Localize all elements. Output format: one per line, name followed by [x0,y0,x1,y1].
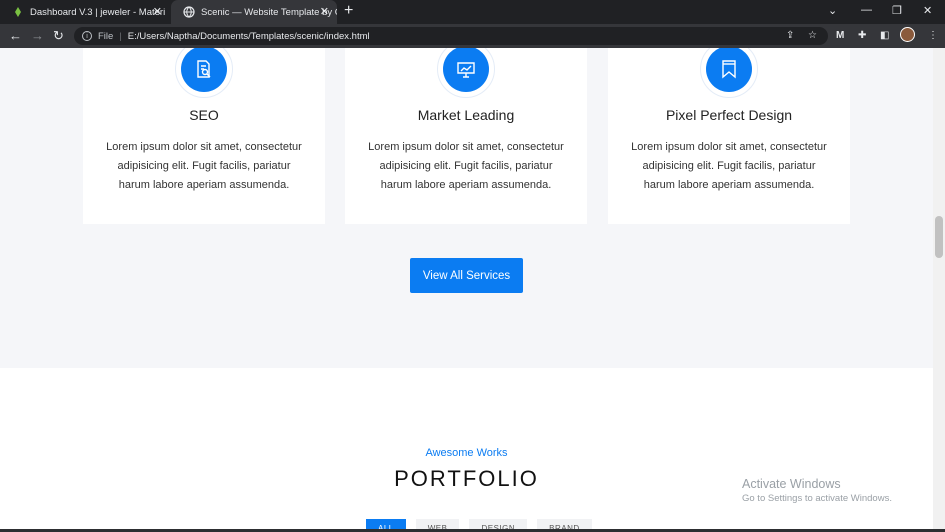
back-icon[interactable]: ← [9,28,22,43]
new-tab-button[interactable]: + [344,3,353,19]
extension-m-icon[interactable]: M [836,30,844,42]
service-description: Lorem ipsum dolor sit amet, consectetur … [631,141,827,191]
presentation-chart-icon [443,48,489,92]
icon-ring [175,48,233,98]
bookmark-star-icon[interactable]: ☆ [808,30,817,42]
tab-title: Dashboard V.3 | jeweler - Materi [30,6,166,18]
page-viewport: SEO Lorem ipsum dolor sit amet, consecte… [0,48,933,532]
view-all-services-button[interactable]: View All Services [410,258,523,293]
icon-ring [437,48,495,98]
forward-icon[interactable]: → [31,28,44,43]
tab-strip: Dashboard V.3 | jeweler - Materi ✕ Sceni… [0,0,945,24]
portfolio-section: Awesome Works PORTFOLIO ALL WEB DESIGN B… [0,368,933,532]
section-kicker: Awesome Works [425,447,508,459]
tab-scenic[interactable]: Scenic — Website Template by C ✕ [171,0,337,24]
service-title: Pixel Perfect Design [665,107,793,123]
globe-icon [183,6,195,18]
site-favicon-icon [12,6,24,18]
close-tab-icon[interactable]: ✕ [153,5,162,18]
minimize-icon[interactable]: — [861,4,872,16]
extensions-puzzle-icon[interactable]: ✚ [858,30,866,42]
profile-avatar[interactable] [900,27,915,42]
menu-kebab-icon[interactable]: ⋮ [928,30,938,42]
reload-icon[interactable]: ↻ [53,28,64,43]
share-icon[interactable]: ⇪ [786,30,794,42]
tab-title: Scenic — Website Template by C [201,6,337,18]
service-card-market-leading: Market Leading Lorem ipsum dolor sit ame… [345,48,587,224]
divider: | [119,30,122,42]
services-section: SEO Lorem ipsum dolor sit amet, consecte… [0,48,933,368]
side-panel-icon[interactable]: ◧ [880,30,889,42]
watermark-title: Activate Windows [742,477,841,491]
service-title: Market Leading [417,107,515,123]
tab-search-icon[interactable]: ⌄ [828,4,837,17]
url-text[interactable]: E:/Users/Naptha/Documents/Templates/scen… [128,31,370,42]
bookmark-icon [706,48,752,92]
service-description: Lorem ipsum dolor sit amet, consectetur … [368,141,564,191]
close-tab-icon[interactable]: ✕ [320,5,329,18]
document-search-icon [181,48,227,92]
icon-ring [700,48,758,98]
watermark-subtitle: Go to Settings to activate Windows. [742,493,892,504]
restore-icon[interactable]: ❐ [892,4,902,17]
close-window-icon[interactable]: ✕ [923,4,932,17]
service-title: SEO [189,107,219,123]
scrollbar-thumb[interactable] [935,216,943,258]
address-bar[interactable]: i File | E:/Users/Naptha/Documents/Templ… [74,27,828,45]
service-card-seo: SEO Lorem ipsum dolor sit amet, consecte… [83,48,325,224]
windows-activation-watermark: Activate Windows Go to Settings to activ… [742,477,892,504]
service-description: Lorem ipsum dolor sit amet, consectetur … [106,141,302,191]
scheme-label: File [98,30,114,42]
toolbar: ← → ↻ i File | E:/Users/Naptha/Documents… [0,24,945,48]
service-card-pixel-perfect: Pixel Perfect Design Lorem ipsum dolor s… [608,48,850,224]
tab-dashboard[interactable]: Dashboard V.3 | jeweler - Materi ✕ [0,0,170,24]
scrollbar[interactable] [933,48,945,532]
info-icon[interactable]: i [82,31,92,41]
